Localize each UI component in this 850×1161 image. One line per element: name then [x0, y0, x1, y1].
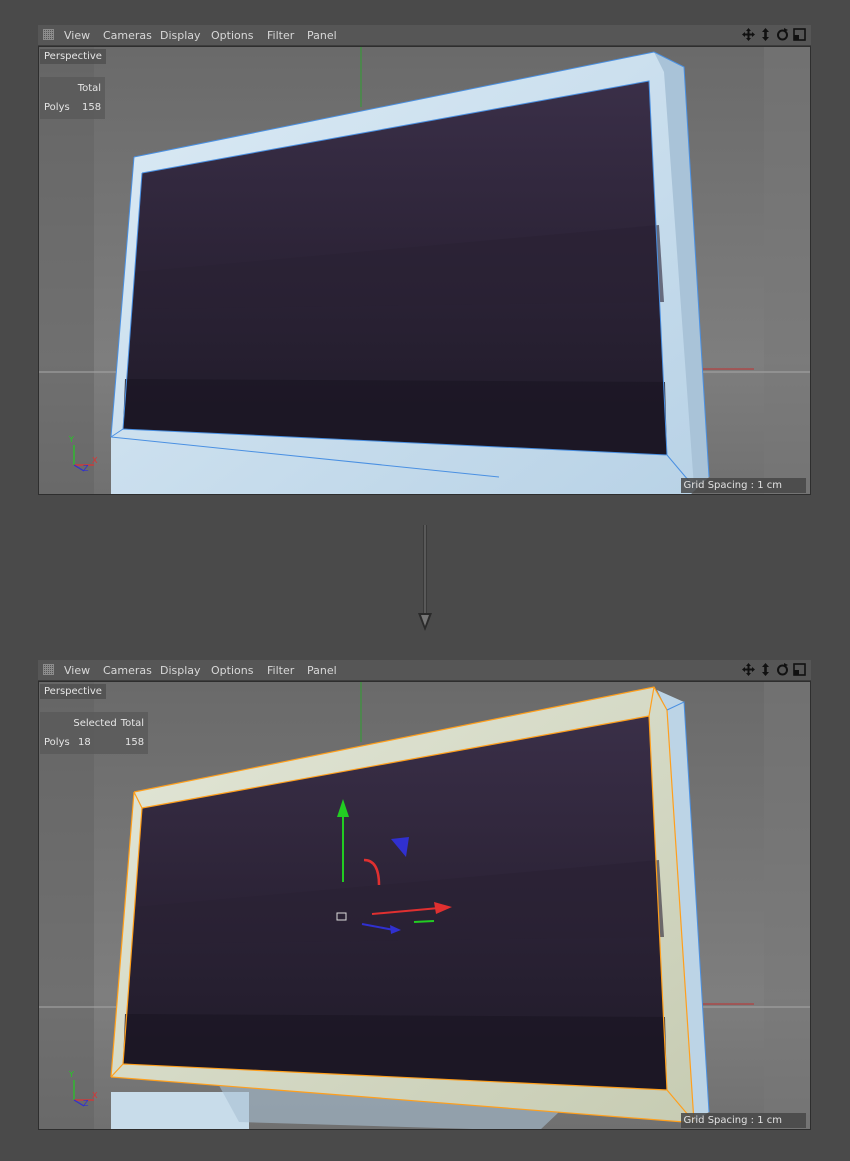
rotate-icon[interactable] [775, 27, 790, 42]
stats-header-total: Total [120, 718, 145, 729]
stats-row-label: Polys [44, 737, 70, 748]
menu-filter[interactable]: Filter [267, 664, 294, 677]
maximize-icon[interactable] [792, 662, 807, 677]
viewport-bottom[interactable]: View Cameras Display Options Filter Pane… [38, 660, 811, 1130]
svg-text:X: X [92, 1091, 98, 1100]
dolly-icon[interactable] [758, 27, 773, 42]
menu-options[interactable]: Options [211, 664, 253, 677]
viewport-top[interactable]: View Cameras Display Options Filter Pane… [38, 25, 811, 495]
stats-total-value: 158 [125, 737, 145, 748]
menu-options[interactable]: Options [211, 29, 253, 42]
stats-header-selected: Selected [73, 718, 117, 729]
menu-panel[interactable]: Panel [307, 29, 337, 42]
move-icon[interactable] [741, 662, 756, 677]
svg-text:Y: Y [68, 435, 74, 444]
scene-side-shade-right [764, 682, 810, 1129]
panel-grip-icon[interactable] [43, 29, 54, 40]
stats-panel: Selected Total Polys 18 158 [40, 712, 149, 754]
menu-panel[interactable]: Panel [307, 664, 337, 677]
stats-row-label: Polys [44, 102, 70, 113]
arrow-down-icon [418, 525, 432, 631]
menu-view[interactable]: View [64, 664, 90, 677]
menu-display[interactable]: Display [160, 664, 201, 677]
viewport-menubar: View Cameras Display Options Filter Pane… [38, 660, 811, 681]
dolly-icon[interactable] [758, 662, 773, 677]
svg-text:Z: Z [83, 1099, 89, 1108]
panel-grip-icon[interactable] [43, 664, 54, 675]
scene-side-shade-right [764, 47, 810, 494]
stats-panel: Total Polys 158 [40, 77, 106, 119]
menu-cameras[interactable]: Cameras [103, 29, 152, 42]
move-icon[interactable] [741, 27, 756, 42]
svg-text:X: X [92, 456, 98, 465]
viewport-scene[interactable]: Y X Z Perspective Total Polys 158 Grid S… [38, 46, 811, 495]
view-label: Perspective [40, 684, 106, 699]
view-label: Perspective [40, 49, 106, 64]
grid-spacing-label: Grid Spacing : 1 cm [680, 1113, 806, 1128]
stats-header-total: Total [77, 83, 102, 94]
svg-text:Y: Y [68, 1070, 74, 1079]
viewport-scene[interactable]: Y X Z Perspective Selected Total Polys 1… [38, 681, 811, 1130]
maximize-icon[interactable] [792, 27, 807, 42]
stats-total-value: 158 [82, 102, 102, 113]
menu-view[interactable]: View [64, 29, 90, 42]
grid-spacing-label: Grid Spacing : 1 cm [680, 478, 806, 493]
svg-text:Z: Z [83, 464, 89, 473]
stats-selected-value: 18 [78, 737, 91, 748]
rotate-icon[interactable] [775, 662, 790, 677]
viewport-menubar: View Cameras Display Options Filter Pane… [38, 25, 811, 46]
menu-filter[interactable]: Filter [267, 29, 294, 42]
menu-cameras[interactable]: Cameras [103, 664, 152, 677]
menu-display[interactable]: Display [160, 29, 201, 42]
